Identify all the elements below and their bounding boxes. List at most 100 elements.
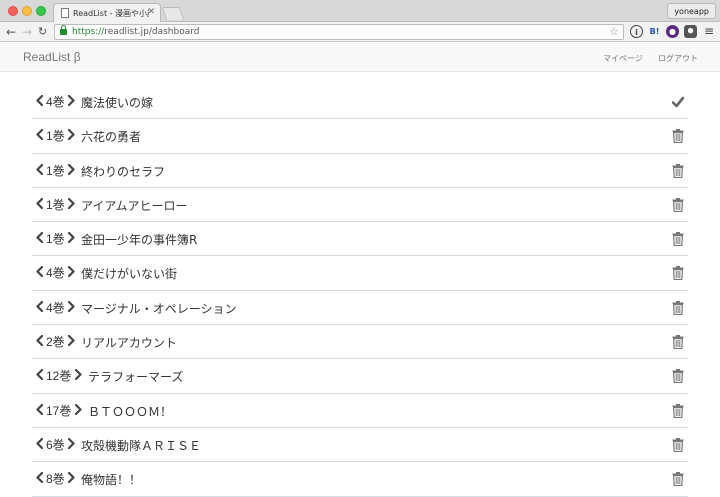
book-row: 12巻 テラフォーマーズ <box>32 359 688 394</box>
tab-title: ReadList - 漫画や小説を何冊 <box>73 9 149 18</box>
book-row: 2巻 リアルアカウント <box>32 325 688 360</box>
trash-icon[interactable] <box>672 197 684 212</box>
next-volume-chevron-icon[interactable] <box>68 472 75 484</box>
browser-tab[interactable]: ReadList - 漫画や小説を何冊 ✕ <box>53 3 161 22</box>
new-tab-button[interactable] <box>161 7 185 20</box>
book-title[interactable]: 終わりのセラフ <box>81 163 165 180</box>
tab-close-icon[interactable]: ✕ <box>147 7 155 17</box>
trash-icon[interactable] <box>672 471 684 487</box>
volume-label: 1巻 <box>46 163 65 178</box>
book-row: 1巻 金田一少年の事件簿R <box>32 222 688 257</box>
trash-icon[interactable] <box>672 403 684 418</box>
trash-icon[interactable] <box>672 128 684 144</box>
shield-extension-icon[interactable]: ⬢ <box>684 25 697 38</box>
trash-icon[interactable] <box>672 163 684 178</box>
previous-volume-chevron-icon[interactable] <box>36 129 43 141</box>
previous-volume-chevron-icon[interactable] <box>36 369 43 381</box>
page-icon <box>61 8 69 18</box>
volume-label: 12巻 <box>46 369 72 384</box>
next-volume-chevron-icon[interactable] <box>68 129 75 141</box>
volume-label: 4巻 <box>46 300 65 315</box>
book-list: 4巻 魔法使いの嫁 1巻 六花の勇者 1巻 終わりのセラフ 1巻 アイアムアヒーロー 1巻 金田一… <box>32 85 688 497</box>
address-bar[interactable]: https://readlist.jp/dashboard ☆ <box>54 24 624 40</box>
book-row: 6巻 攻殻機動隊ＡＲＩＳＥ <box>32 428 688 463</box>
hatena-bookmark-icon[interactable]: B! <box>648 25 661 38</box>
minimize-window-button[interactable] <box>22 6 32 16</box>
book-title[interactable]: 六花の勇者 <box>81 128 141 145</box>
next-volume-chevron-icon[interactable] <box>68 197 75 209</box>
book-row: 1巻 終わりのセラフ <box>32 154 688 188</box>
zoom-window-button[interactable] <box>36 6 46 16</box>
previous-volume-chevron-icon[interactable] <box>36 472 43 484</box>
next-volume-chevron-icon[interactable] <box>68 266 75 278</box>
previous-volume-chevron-icon[interactable] <box>36 437 43 449</box>
check-icon[interactable] <box>671 94 685 108</box>
previous-volume-chevron-icon[interactable] <box>36 300 43 312</box>
next-volume-chevron-icon[interactable] <box>75 403 82 415</box>
logout-link[interactable]: ログアウト <box>658 53 698 64</box>
reload-icon[interactable]: ↻ <box>38 25 47 39</box>
next-volume-chevron-icon[interactable] <box>68 95 75 106</box>
next-volume-chevron-icon[interactable] <box>68 232 75 244</box>
book-row: 1巻 アイアムアヒーロー <box>32 188 688 223</box>
previous-volume-chevron-icon[interactable] <box>36 266 43 278</box>
previous-volume-chevron-icon[interactable] <box>36 163 43 175</box>
book-row: 4巻 魔法使いの嫁 <box>32 85 688 120</box>
book-row: 1巻 六花の勇者 <box>32 119 688 154</box>
info-extension-icon[interactable]: i <box>630 25 643 38</box>
trash-icon[interactable] <box>672 231 684 247</box>
next-volume-chevron-icon[interactable] <box>68 300 75 312</box>
book-title[interactable]: 魔法使いの嫁 <box>81 94 153 111</box>
brand-logo[interactable]: ReadList β <box>23 50 81 64</box>
book-row: 4巻 マージナル・オペレーション <box>32 291 688 326</box>
previous-volume-chevron-icon[interactable] <box>36 335 43 347</box>
book-title[interactable]: 攻殻機動隊ＡＲＩＳＥ <box>81 437 201 454</box>
trash-icon[interactable] <box>672 368 684 384</box>
trash-icon[interactable] <box>672 334 684 350</box>
forward-arrow-icon[interactable]: → <box>22 25 32 39</box>
app-navbar: ReadList β マイページ ログアウト <box>0 43 720 72</box>
book-title[interactable]: ＢＴＯＯＯＭ！ <box>88 403 172 420</box>
next-volume-chevron-icon[interactable] <box>68 335 75 347</box>
back-arrow-icon[interactable]: ← <box>6 25 16 39</box>
volume-label: 17巻 <box>46 403 72 418</box>
volume-label: 6巻 <box>46 437 65 452</box>
next-volume-chevron-icon[interactable] <box>68 437 75 449</box>
previous-volume-chevron-icon[interactable] <box>36 232 43 244</box>
url-text[interactable]: https://readlist.jp/dashboard <box>72 26 199 39</box>
book-title[interactable]: 俺物語！！ <box>81 471 141 488</box>
volume-label: 1巻 <box>46 129 65 144</box>
volume-label: 8巻 <box>46 472 65 487</box>
book-title[interactable]: 僕だけがいない街 <box>81 265 177 282</box>
previous-volume-chevron-icon[interactable] <box>36 197 43 209</box>
volume-label: 1巻 <box>46 232 65 247</box>
extension-icon[interactable]: ● <box>666 25 679 38</box>
mypage-link[interactable]: マイページ <box>603 53 643 64</box>
previous-volume-chevron-icon[interactable] <box>36 95 43 106</box>
volume-label: 2巻 <box>46 335 65 350</box>
book-title[interactable]: アイアムアヒーロー <box>81 197 188 214</box>
book-row: 17巻 ＢＴＯＯＯＭ！ <box>32 394 688 428</box>
trash-icon[interactable] <box>672 437 684 453</box>
volume-label: 4巻 <box>46 266 65 281</box>
book-row: 8巻 俺物語！！ <box>32 462 688 497</box>
previous-volume-chevron-icon[interactable] <box>36 403 43 415</box>
lock-icon <box>60 25 67 35</box>
close-window-button[interactable] <box>8 6 18 16</box>
next-volume-chevron-icon[interactable] <box>68 163 75 175</box>
bookmark-star-icon[interactable]: ☆ <box>609 25 619 39</box>
book-title[interactable]: テラフォーマーズ <box>88 368 183 385</box>
book-title[interactable]: リアルアカウント <box>81 334 177 351</box>
browser-toolbar: ← → ↻ https://readlist.jp/dashboard ☆ i … <box>0 22 720 42</box>
book-row: 4巻 僕だけがいない街 <box>32 256 688 291</box>
profile-button[interactable]: yoneapp <box>667 3 716 19</box>
volume-label: 1巻 <box>46 197 65 212</box>
book-title[interactable]: 金田一少年の事件簿R <box>81 231 197 248</box>
next-volume-chevron-icon[interactable] <box>75 369 82 381</box>
browser-tab-bar: ReadList - 漫画や小説を何冊 ✕ yoneapp <box>0 0 720 22</box>
trash-icon[interactable] <box>672 265 684 281</box>
menu-icon[interactable]: ≡ <box>704 24 714 38</box>
book-title[interactable]: マージナル・オペレーション <box>81 300 237 317</box>
trash-icon[interactable] <box>672 300 684 315</box>
volume-label: 4巻 <box>46 95 65 109</box>
